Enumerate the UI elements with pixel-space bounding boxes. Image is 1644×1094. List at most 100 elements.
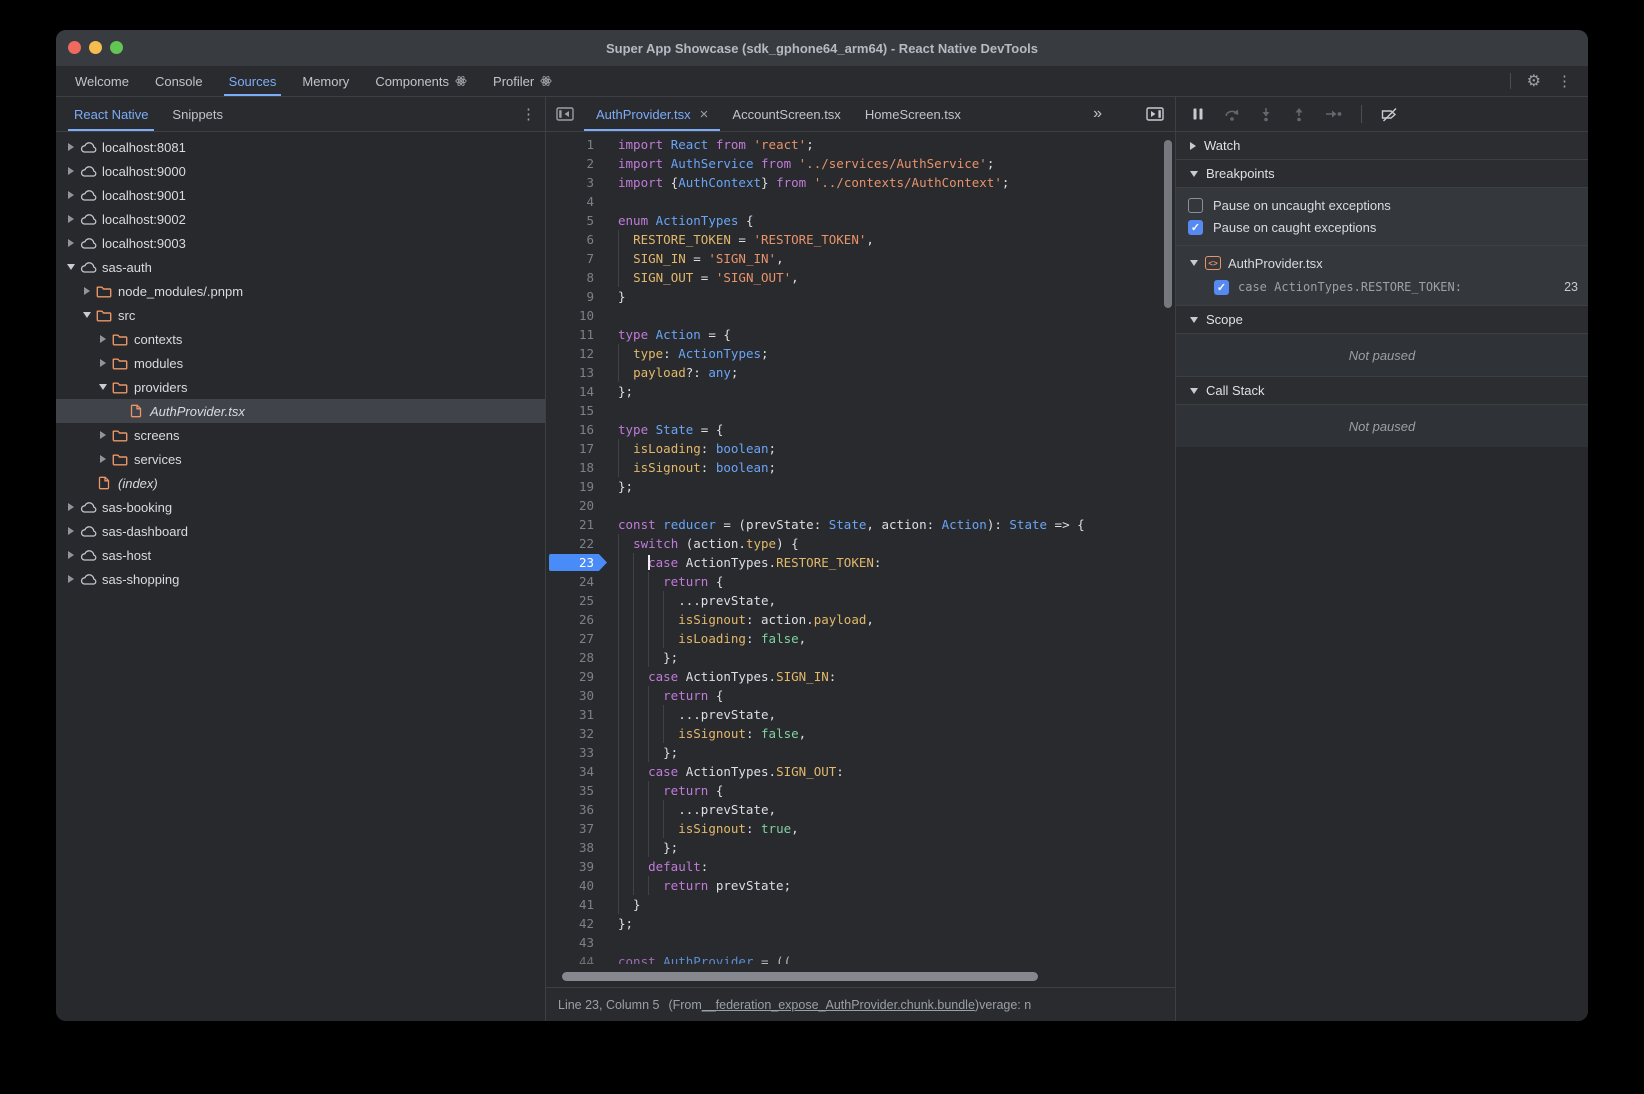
minimize-window-button[interactable]	[89, 41, 102, 54]
tree-item[interactable]: contexts	[56, 327, 545, 351]
titlebar[interactable]: Super App Showcase (sdk_gphone64_arm64) …	[56, 30, 1588, 66]
line-number[interactable]: 21	[546, 515, 603, 534]
line-number[interactable]: 35	[546, 781, 603, 800]
step-into-icon[interactable]	[1259, 107, 1273, 122]
tree-item[interactable]: sas-booking	[56, 495, 545, 519]
tree-item[interactable]: modules	[56, 351, 545, 375]
scope-section-header[interactable]: Scope	[1176, 305, 1588, 334]
line-number[interactable]: 37	[546, 819, 603, 838]
line-number[interactable]: 4	[546, 192, 603, 211]
tree-item[interactable]: localhost:9002	[56, 207, 545, 231]
tree-item[interactable]: localhost:9003	[56, 231, 545, 255]
line-number[interactable]: 11	[546, 325, 603, 344]
line-number[interactable]: 27	[546, 629, 603, 648]
watch-section-header[interactable]: Watch	[1176, 132, 1588, 160]
line-number[interactable]: 7	[546, 249, 603, 268]
line-number[interactable]: 16	[546, 420, 603, 439]
tab-console[interactable]: Console	[142, 66, 216, 96]
checkbox[interactable]: ✓	[1188, 220, 1203, 235]
tree-item[interactable]: AuthProvider.tsx	[56, 399, 545, 423]
line-number[interactable]: 25	[546, 591, 603, 610]
tree-item[interactable]: localhost:9000	[56, 159, 545, 183]
line-number[interactable]: 22	[546, 534, 603, 553]
line-number[interactable]: 43	[546, 933, 603, 952]
step-over-icon[interactable]	[1224, 107, 1240, 122]
tree-item[interactable]: sas-host	[56, 543, 545, 567]
line-number[interactable]: 24	[546, 572, 603, 591]
pause-script-icon[interactable]	[1191, 107, 1205, 121]
tree-item[interactable]: sas-dashboard	[56, 519, 545, 543]
line-number[interactable]: 8	[546, 268, 603, 287]
breakpoint-entry[interactable]: ✓case ActionTypes.RESTORE_TOKEN:23	[1176, 275, 1588, 299]
breakpoints-section-header[interactable]: Breakpoints	[1176, 160, 1588, 188]
tab-memory[interactable]: Memory	[289, 66, 362, 96]
line-number[interactable]: 26	[546, 610, 603, 629]
line-number[interactable]: 12	[546, 344, 603, 363]
tree-item[interactable]: (index)	[56, 471, 545, 495]
line-number[interactable]: 18	[546, 458, 603, 477]
line-number[interactable]: 15	[546, 401, 603, 420]
tree-item[interactable]: sas-auth	[56, 255, 545, 279]
pause-option-row[interactable]: ✓Pause on caught exceptions	[1176, 216, 1588, 238]
line-number[interactable]: 31	[546, 705, 603, 724]
line-number[interactable]: 41	[546, 895, 603, 914]
tab-profiler[interactable]: Profiler	[480, 66, 565, 96]
tree-item[interactable]: services	[56, 447, 545, 471]
breakpoint-file-group[interactable]: <>AuthProvider.tsx	[1176, 251, 1588, 275]
line-number[interactable]: 9	[546, 287, 603, 306]
line-number[interactable]: 32	[546, 724, 603, 743]
navigator-tab-snippets[interactable]: Snippets	[160, 97, 235, 131]
line-number[interactable]: 30	[546, 686, 603, 705]
line-number[interactable]: 39	[546, 857, 603, 876]
tree-item[interactable]: screens	[56, 423, 545, 447]
navigator-menu-kebab-icon[interactable]: ⋮	[512, 105, 545, 123]
tree-item[interactable]: localhost:9001	[56, 183, 545, 207]
tab-sources[interactable]: Sources	[216, 66, 290, 96]
collapse-debugger-sidebar-icon[interactable]	[1136, 97, 1175, 131]
step-out-icon[interactable]	[1292, 107, 1306, 122]
checkbox[interactable]: ✓	[1214, 280, 1229, 295]
tab-components[interactable]: Components	[362, 66, 480, 96]
line-number[interactable]: 40	[546, 876, 603, 895]
close-window-button[interactable]	[68, 41, 81, 54]
line-number[interactable]: 44	[546, 952, 603, 964]
step-icon[interactable]	[1325, 109, 1342, 119]
code-area[interactable]: 1import React from 'react';2import AuthS…	[546, 132, 1175, 987]
editor-tab-homescreen.tsx[interactable]: HomeScreen.tsx	[853, 97, 973, 131]
tree-item[interactable]: node_modules/.pnpm	[56, 279, 545, 303]
line-number[interactable]: 6	[546, 230, 603, 249]
tree-item[interactable]: src	[56, 303, 545, 327]
editor-tab-accountscreen.tsx[interactable]: AccountScreen.tsx	[720, 97, 852, 131]
tab-welcome[interactable]: Welcome	[62, 66, 142, 96]
tree-item[interactable]: localhost:8081	[56, 135, 545, 159]
line-number[interactable]: 20	[546, 496, 603, 515]
line-number[interactable]: 3	[546, 173, 603, 192]
line-number[interactable]: 19	[546, 477, 603, 496]
line-number[interactable]: 14	[546, 382, 603, 401]
more-tabs-chevron[interactable]: »	[1093, 97, 1136, 131]
line-number[interactable]: 36	[546, 800, 603, 819]
zoom-window-button[interactable]	[110, 41, 123, 54]
tree-item[interactable]: providers	[56, 375, 545, 399]
deactivate-breakpoints-icon[interactable]	[1381, 107, 1398, 122]
line-number[interactable]: 1	[546, 135, 603, 154]
pause-option-row[interactable]: Pause on uncaught exceptions	[1176, 194, 1588, 216]
call-stack-section-header[interactable]: Call Stack	[1176, 376, 1588, 405]
editor-tab-authprovider.tsx[interactable]: AuthProvider.tsx×	[584, 97, 720, 131]
line-number[interactable]: 17	[546, 439, 603, 458]
line-number[interactable]: 28	[546, 648, 603, 667]
line-number[interactable]: 5	[546, 211, 603, 230]
tree-item[interactable]: sas-shopping	[56, 567, 545, 591]
settings-gear-icon[interactable]: ⚙	[1519, 71, 1549, 91]
line-number[interactable]: 34	[546, 762, 603, 781]
horizontal-scrollbar-thumb[interactable]	[562, 972, 1038, 981]
source-bundle-link[interactable]: __federation_expose_AuthProvider.chunk.b…	[702, 998, 975, 1012]
line-number[interactable]: 10	[546, 306, 603, 325]
collapse-navigator-icon[interactable]	[546, 97, 584, 131]
line-number[interactable]: 29	[546, 667, 603, 686]
close-tab-icon[interactable]: ×	[700, 107, 709, 122]
line-number[interactable]: 42	[546, 914, 603, 933]
main-menu-kebab-icon[interactable]: ⋮	[1549, 72, 1580, 90]
breakpoint-flag[interactable]	[549, 554, 607, 571]
navigator-tab-react-native[interactable]: React Native	[62, 97, 160, 131]
